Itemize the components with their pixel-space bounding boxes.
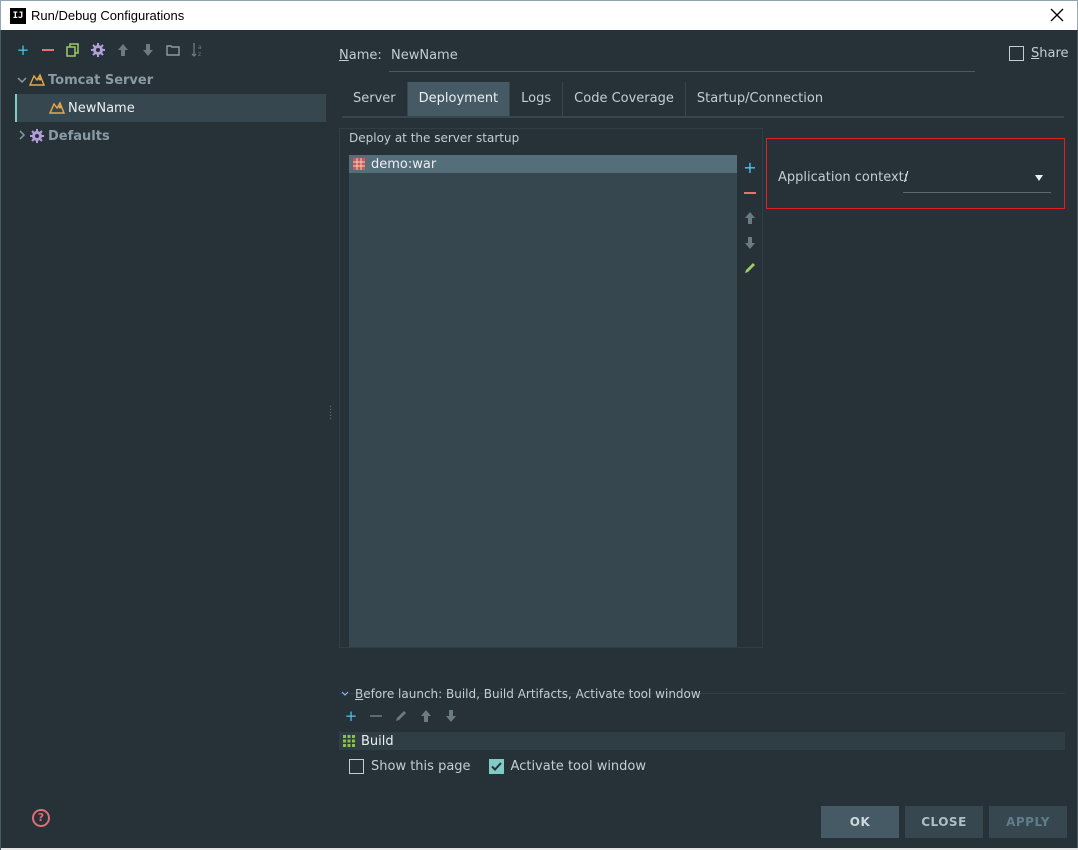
title-bar: IJ Run/Debug Configurations [0,0,1078,30]
svg-text:z: z [198,51,201,58]
configurations-panel: + az Tomcat Server NewName Defaults ? [1,30,327,827]
config-tabs: Server Deployment Logs Code Coverage Sta… [342,82,1064,118]
close-button[interactable]: CLOSE [905,806,983,838]
activate-tool-window-checkbox[interactable]: Activate tool window [488,759,647,774]
share-checkbox[interactable]: Share [1009,46,1069,61]
tab-code-coverage[interactable]: Code Coverage [563,82,686,116]
edit-pencil-icon[interactable] [393,708,409,724]
before-launch-toolbar: + [343,708,459,724]
list-item: Build [361,733,394,749]
show-this-page-checkbox[interactable]: Show this page [349,759,471,774]
window-close-icon[interactable] [1047,5,1067,25]
activate-tool-window-label: Activate tool window [510,759,647,774]
artifact-label: demo:war [371,156,437,172]
apply-button[interactable]: APPLY [989,806,1067,838]
list-item[interactable]: demo:war [349,155,737,173]
share-checkbox-box[interactable] [1009,46,1024,61]
intellij-app-icon: IJ [10,8,26,24]
move-up-icon[interactable] [115,42,131,58]
tree-group-defaults[interactable]: Defaults [15,122,326,150]
tomcat-icon [49,101,65,114]
build-icon [343,735,355,747]
sort-alphabetically-icon[interactable]: az [190,42,206,58]
application-context-panel: Application context: / [766,138,1065,209]
move-down-icon[interactable] [443,708,459,724]
name-row: Name: NewName Share [339,44,1069,72]
activate-tool-window-checkbox-box[interactable] [488,759,504,774]
deploy-section-label: Deploy at the server startup [349,131,520,145]
chevron-right-icon[interactable] [15,129,29,143]
panel-splitter-handle[interactable]: · · · · · [329,403,333,425]
configuration-editor: Name: NewName Share Server Deployment Lo… [339,30,1069,790]
dialog-buttons: OK CLOSE APPLY [821,806,1067,838]
artifact-toolbar: + [738,155,762,280]
show-this-page-label: Show this page [371,759,471,774]
ok-button[interactable]: OK [821,806,899,838]
application-context-combobox[interactable]: / [903,167,1051,193]
gear-icon[interactable] [90,42,106,58]
before-launch-options: Show this page Activate tool window [349,759,646,774]
edit-pencil-icon[interactable] [742,255,758,280]
before-launch-task-list[interactable]: Build [339,732,1065,750]
add-icon[interactable]: + [343,708,359,724]
tree-group-label: Tomcat Server [48,72,154,88]
tree-item-newname[interactable]: NewName [15,94,326,122]
name-label: Name: [339,48,382,63]
remove-icon[interactable] [368,708,384,724]
tab-deployment[interactable]: Deployment [407,82,511,116]
configurations-tree: Tomcat Server NewName Defaults [15,66,326,150]
tab-server[interactable]: Server [342,82,408,116]
tree-group-label: Defaults [48,128,110,144]
folder-icon[interactable] [165,42,181,58]
remove-icon[interactable] [40,42,56,58]
dropdown-arrow-icon[interactable] [1035,175,1043,181]
application-context-label: Application context: [778,170,909,185]
add-icon[interactable]: + [742,155,758,180]
window-title: Run/Debug Configurations [31,8,185,23]
show-this-page-checkbox-box[interactable] [349,759,364,774]
gear-icon [30,129,44,143]
chevron-down-icon[interactable] [341,691,349,697]
dialog-body: + az Tomcat Server NewName Defaults ? · … [0,30,1078,850]
name-input[interactable]: NewName [389,44,975,72]
remove-icon[interactable] [742,180,758,205]
tomcat-icon [29,73,45,86]
copy-icon[interactable] [65,42,81,58]
help-icon[interactable]: ? [32,809,50,827]
move-up-icon[interactable] [418,708,434,724]
move-up-icon[interactable] [742,205,758,230]
deployment-section: Deploy at the server startup demo:war + [339,128,763,648]
artifact-list[interactable]: demo:war [349,155,737,647]
chevron-down-icon[interactable] [15,74,29,87]
share-label: Share [1031,46,1069,61]
application-context-value: / [904,170,909,185]
tab-logs[interactable]: Logs [510,82,564,116]
checkmark-icon [490,762,502,771]
move-down-icon[interactable] [140,42,156,58]
tree-group-tomcat-server[interactable]: Tomcat Server [15,66,326,94]
before-launch-header[interactable]: Before launch: Build, Build Artifacts, A… [341,687,701,701]
tab-startup-connection[interactable]: Startup/Connection [686,82,834,116]
svg-text:a: a [198,44,202,51]
tree-item-label: NewName [68,100,135,116]
move-down-icon[interactable] [742,230,758,255]
add-icon[interactable]: + [15,42,31,58]
configurations-toolbar: + az [15,40,206,60]
war-artifact-icon [353,158,365,170]
before-launch-label: Before launch: Build, Build Artifacts, A… [355,687,701,701]
